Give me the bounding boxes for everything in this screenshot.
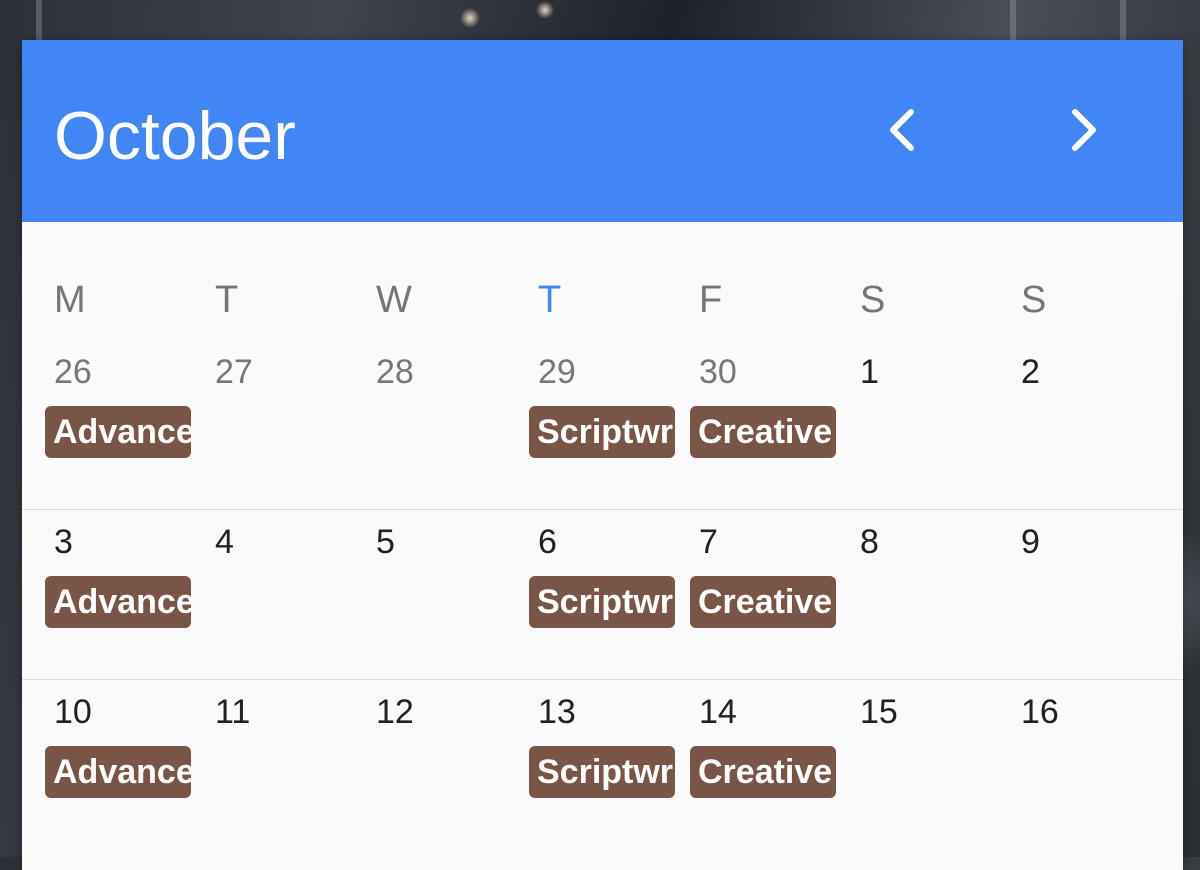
day-number[interactable]: 2 <box>1021 352 1040 392</box>
day-number[interactable]: 9 <box>1021 522 1040 562</box>
previous-month-button[interactable] <box>877 102 927 158</box>
event-chip[interactable]: Creative <box>690 406 836 458</box>
day-number[interactable]: 15 <box>860 692 898 732</box>
event-chip[interactable]: Creative <box>690 576 836 628</box>
day-number[interactable]: 10 <box>54 692 92 732</box>
day-number[interactable]: 1 <box>860 352 879 392</box>
day-number[interactable]: 14 <box>699 692 737 732</box>
weekday-label: M <box>54 279 86 321</box>
week-row: 3 Advanced 4 5 6 Scriptwriting 7 Creative 8 9 <box>22 509 1183 680</box>
chevron-right-icon <box>1072 109 1096 151</box>
event-chip[interactable]: Scriptwriting <box>529 746 675 798</box>
day-number[interactable]: 13 <box>538 692 576 732</box>
day-number[interactable]: 6 <box>538 522 557 562</box>
calendar-card: October MTWTFSS 26Advanced272829Scriptwr… <box>22 40 1183 870</box>
week-row: 26 Advanced 27 28 29 Scriptwriting 30 Creative 1… <box>22 340 1183 510</box>
day-number[interactable]: 29 <box>538 352 576 392</box>
event-chip[interactable]: Advanced <box>45 576 191 628</box>
event-chip[interactable]: Scriptwriting <box>529 406 675 458</box>
day-number[interactable]: 4 <box>215 522 234 562</box>
day-number[interactable]: 8 <box>860 522 879 562</box>
event-chip[interactable]: Scriptwriting <box>529 576 675 628</box>
weekday-label: S <box>860 279 886 321</box>
day-number[interactable]: 28 <box>376 352 414 392</box>
weekday-label: S <box>1021 279 1047 321</box>
next-month-button[interactable] <box>1059 102 1109 158</box>
weekday-label: F <box>699 279 723 321</box>
day-number[interactable]: 26 <box>54 352 92 392</box>
event-chip[interactable]: Advanced <box>45 406 191 458</box>
weekday-label: W <box>376 279 412 321</box>
weekday-label: T <box>538 279 562 321</box>
event-chip[interactable]: Creative <box>690 746 836 798</box>
weekday-header-row: MTWTFSS <box>22 276 1183 326</box>
calendar-header: October <box>22 40 1183 222</box>
day-number[interactable]: 30 <box>699 352 737 392</box>
day-number[interactable]: 16 <box>1021 692 1059 732</box>
week-row: 10 Advanced 11 12 13 Scriptwriting 14 Creative 1… <box>22 679 1183 850</box>
day-number[interactable]: 12 <box>376 692 414 732</box>
weekday-label: T <box>215 279 239 321</box>
day-number[interactable]: 5 <box>376 522 395 562</box>
chevron-left-icon <box>890 109 914 151</box>
day-number[interactable]: 27 <box>215 352 253 392</box>
day-number[interactable]: 3 <box>54 522 73 562</box>
day-number[interactable]: 7 <box>699 522 718 562</box>
month-title: October <box>54 98 296 174</box>
day-number[interactable]: 11 <box>215 692 250 732</box>
event-chip[interactable]: Advanced <box>45 746 191 798</box>
